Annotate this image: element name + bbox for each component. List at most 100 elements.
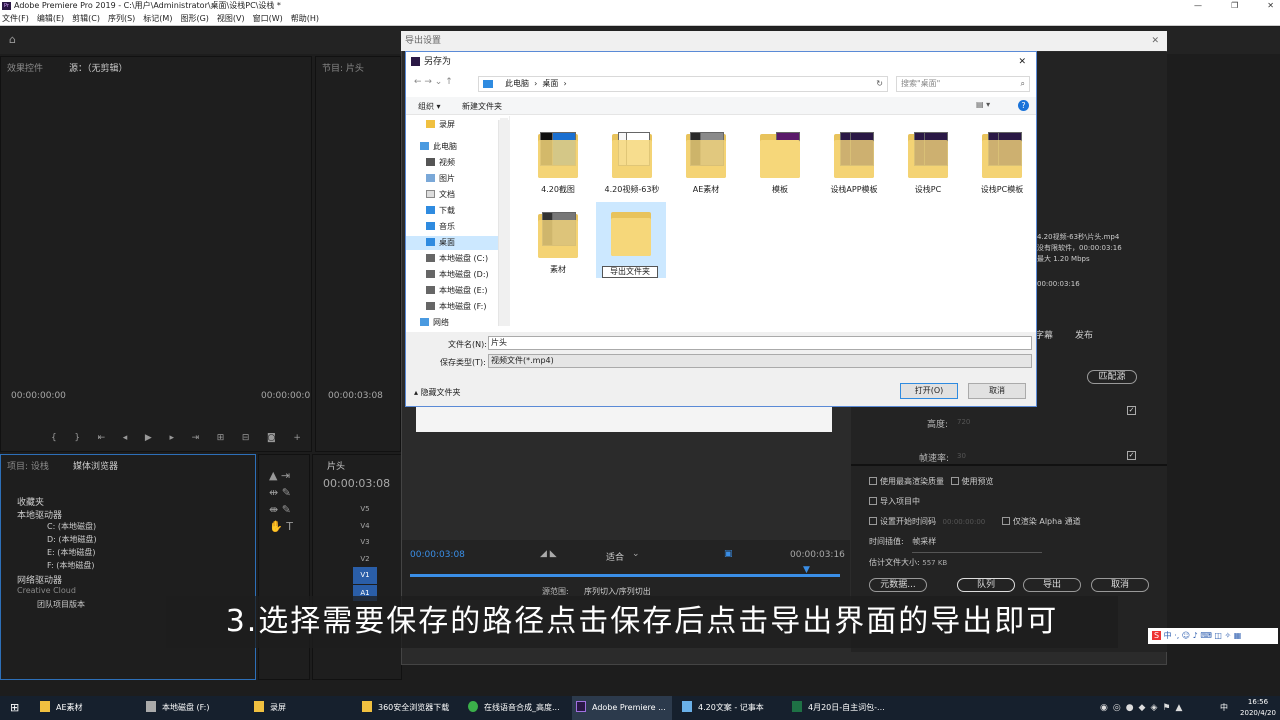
selection-tool-icon[interactable]: ▲ ⇥ bbox=[269, 467, 303, 484]
maximize-icon[interactable]: ❐ bbox=[1231, 0, 1238, 12]
folder-item[interactable]: 素材 bbox=[524, 210, 592, 275]
nav-videos[interactable]: 视频 bbox=[426, 156, 455, 170]
tree-drive-e[interactable]: E: (本地磁盘) bbox=[5, 547, 131, 560]
folder-rename-input[interactable]: 导出文件夹 bbox=[602, 266, 658, 278]
ripple-tool-icon[interactable]: ⇹ ✎ bbox=[269, 484, 303, 501]
home-icon[interactable]: ⌂ bbox=[9, 34, 21, 45]
taskbar-item[interactable]: 4.20文案 - 记事本 bbox=[682, 696, 764, 720]
taskbar-item[interactable]: 录屏 bbox=[254, 696, 286, 720]
nav-drive-d[interactable]: 本地磁盘 (D:) bbox=[426, 268, 489, 282]
folder-item[interactable]: 设栈APP模板 bbox=[820, 130, 888, 195]
start-timecode-value[interactable]: 00:00:00:00 bbox=[943, 518, 986, 526]
height-value[interactable]: 720 bbox=[957, 418, 970, 426]
filetype-select[interactable]: 视频文件(*.mp4) bbox=[488, 354, 1032, 368]
hand-tool-icon[interactable]: ✋ T bbox=[269, 518, 303, 535]
tab-timeline[interactable]: 片头 bbox=[327, 459, 345, 472]
track-v5[interactable]: V5 bbox=[353, 501, 377, 518]
filename-input[interactable]: 片头 bbox=[488, 336, 1032, 350]
folder-item[interactable]: 设栈PC bbox=[894, 130, 962, 195]
tab-source[interactable]: 源：（无剪辑） bbox=[69, 61, 128, 74]
menu-window[interactable]: 窗口(W) bbox=[253, 12, 283, 25]
max-quality-checkbox[interactable] bbox=[869, 477, 877, 485]
start-icon[interactable]: ⊞ bbox=[10, 696, 19, 720]
start-timecode-checkbox[interactable] bbox=[869, 517, 877, 525]
nav-desktop[interactable]: 桌面 bbox=[406, 236, 498, 250]
fit-dropdown[interactable]: 适合 bbox=[606, 550, 624, 563]
export-frame-icon[interactable]: ◙ bbox=[267, 433, 276, 443]
cancel-export-button[interactable]: 取消 bbox=[1091, 578, 1149, 592]
menu-sequence[interactable]: 序列(S) bbox=[108, 12, 135, 25]
menu-graphics[interactable]: 图形(G) bbox=[180, 12, 208, 25]
menu-edit[interactable]: 编辑(E) bbox=[37, 12, 64, 25]
view-options-icon[interactable]: ▤ ▾ bbox=[976, 100, 990, 109]
taskbar-item[interactable]: AE素材 bbox=[40, 696, 83, 720]
go-to-in-icon[interactable]: ⇤ bbox=[98, 433, 106, 443]
export-button[interactable]: 导出 bbox=[1023, 578, 1081, 592]
help-icon[interactable]: ? bbox=[1018, 100, 1029, 111]
nav-music[interactable]: 音乐 bbox=[426, 220, 455, 234]
tree-network-drives[interactable]: 网络驱动器 bbox=[5, 573, 131, 586]
tab-program[interactable]: 节目: 片头 bbox=[322, 61, 364, 74]
menu-view[interactable]: 视图(V) bbox=[217, 12, 245, 25]
match-source-button[interactable]: 匹配源 bbox=[1087, 370, 1137, 384]
tray-ime[interactable]: 中 bbox=[1220, 696, 1228, 720]
import-project-checkbox[interactable] bbox=[869, 497, 877, 505]
folder-item[interactable]: 4.20截图 bbox=[524, 130, 592, 195]
folder-item[interactable]: AE素材 bbox=[672, 130, 740, 195]
track-v2[interactable]: V2 bbox=[353, 551, 377, 568]
tree-creative-cloud[interactable]: Creative Cloud bbox=[5, 586, 131, 599]
tab-publish[interactable]: 发布 bbox=[1075, 328, 1093, 341]
slip-tool-icon[interactable]: ⇼ ✎ bbox=[269, 501, 303, 518]
tab-effect-controls[interactable]: 效果控件 bbox=[7, 61, 43, 74]
taskbar-item-active[interactable]: Adobe Premiere ... bbox=[572, 696, 672, 720]
insert-icon[interactable]: ⊞ bbox=[217, 433, 225, 443]
aspect-icon[interactable]: ▣ bbox=[724, 549, 733, 559]
taskbar-item[interactable]: 4月20日-自主词包-... bbox=[792, 696, 885, 720]
menu-file[interactable]: 文件(F) bbox=[2, 12, 29, 25]
tree-drive-c[interactable]: C: (本地磁盘) bbox=[5, 521, 131, 534]
tab-media-browser[interactable]: 媒体浏览器 bbox=[73, 459, 118, 472]
mark-out-icon[interactable]: } bbox=[74, 433, 80, 443]
track-v3[interactable]: V3 bbox=[353, 534, 377, 551]
folder-item[interactable]: 4.20视频-63秒 bbox=[598, 130, 666, 195]
track-v1[interactable]: V1 bbox=[353, 567, 377, 584]
tree-drive-f[interactable]: F: (本地磁盘) bbox=[5, 560, 131, 573]
content-scrollbar[interactable] bbox=[498, 120, 510, 326]
hide-folders-toggle[interactable]: ▴ 隐藏文件夹 bbox=[414, 387, 461, 398]
refresh-icon[interactable]: ↻ bbox=[876, 77, 883, 91]
nav-this-pc[interactable]: 此电脑 bbox=[420, 140, 457, 154]
queue-button[interactable]: 队列 bbox=[957, 578, 1015, 592]
new-folder-item[interactable]: 导出文件夹 bbox=[596, 202, 666, 278]
add-icon[interactable]: + bbox=[293, 433, 301, 443]
organize-button[interactable]: 组织 ▾ bbox=[418, 101, 441, 112]
minimize-icon[interactable]: — bbox=[1194, 0, 1202, 12]
height-checkbox[interactable]: ✓ bbox=[1127, 406, 1136, 415]
menu-help[interactable]: 帮助(H) bbox=[291, 12, 319, 25]
export-dialog-close-icon[interactable]: ✕ bbox=[1151, 31, 1159, 51]
tree-local-drives[interactable]: 本地驱动器 bbox=[5, 508, 131, 521]
tab-project[interactable]: 项目: 设栈 bbox=[7, 459, 49, 472]
nav-downloads[interactable]: 下载 bbox=[426, 204, 455, 218]
time-interpolation-dropdown[interactable]: 帧采样 bbox=[912, 532, 1043, 553]
track-v4[interactable]: V4 bbox=[353, 518, 377, 535]
framerate-value[interactable]: 30 bbox=[957, 452, 966, 460]
open-button[interactable]: 打开(O) bbox=[900, 383, 958, 399]
taskbar-item[interactable]: 在线语音合成_高度... bbox=[468, 696, 560, 720]
address-bar[interactable]: 此电脑 › 桌面 › ↻ bbox=[478, 76, 888, 92]
folder-item[interactable]: 模板 bbox=[746, 130, 814, 195]
nav-network[interactable]: 网络 bbox=[420, 316, 449, 326]
nav-drive-c[interactable]: 本地磁盘 (C:) bbox=[426, 252, 488, 266]
nav-drive-f[interactable]: 本地磁盘 (F:) bbox=[426, 300, 486, 314]
mark-in-icon[interactable]: { bbox=[51, 433, 57, 443]
taskbar-item[interactable]: 360安全浏览器下载 bbox=[362, 696, 449, 720]
ime-toolbar[interactable]: S 中 ·, ☺ ♪ ⌨ ◫ ✧ ▦ bbox=[1148, 628, 1278, 644]
tray-clock[interactable]: 16:56 2020/4/20 bbox=[1236, 697, 1280, 719]
search-input[interactable]: 搜索"桌面" ⌕ bbox=[896, 76, 1030, 92]
go-to-out-icon[interactable]: ⇥ bbox=[192, 433, 200, 443]
step-back-icon[interactable]: ◂ bbox=[123, 433, 128, 443]
menu-clip[interactable]: 剪辑(C) bbox=[72, 12, 100, 25]
tray-icons[interactable]: ◉◎●◆◈⚑▲ bbox=[1100, 696, 1187, 720]
use-preview-checkbox[interactable] bbox=[950, 477, 959, 485]
close-icon[interactable]: ✕ bbox=[1267, 0, 1274, 12]
folder-item[interactable]: 设栈PC模板 bbox=[968, 130, 1036, 195]
